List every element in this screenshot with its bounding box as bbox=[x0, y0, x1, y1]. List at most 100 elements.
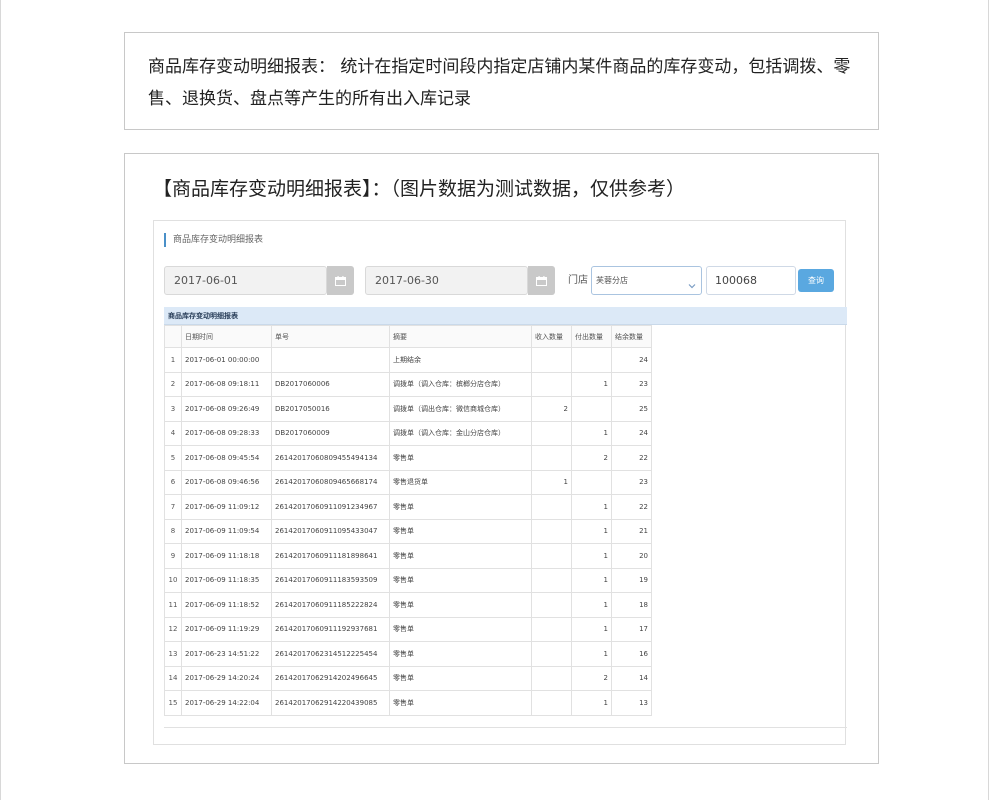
doc-no-cell: 26142017062914220439085 bbox=[271, 690, 390, 716]
table-header-row: 日期时间 单号 摘要 收入数量 付出数量 结余数量 bbox=[164, 325, 652, 348]
summary-cell: 零售单 bbox=[389, 616, 532, 642]
in-qty-cell bbox=[531, 567, 572, 593]
table-row[interactable]: 13 2017-06-23 14:51:22 2614201706231451222… bbox=[164, 641, 652, 667]
row-index: 4 bbox=[164, 420, 182, 446]
in-qty-cell bbox=[531, 665, 572, 691]
in-qty-cell bbox=[531, 445, 572, 471]
balance-cell: 17 bbox=[611, 616, 652, 642]
doc-no-cell: 26142017062914202496645 bbox=[271, 665, 390, 691]
row-index: 9 bbox=[164, 543, 182, 569]
out-qty-cell: 2 bbox=[571, 665, 612, 691]
end-date-input[interactable]: 2017-06-30 bbox=[365, 266, 528, 295]
in-qty-cell bbox=[531, 371, 572, 397]
intro-box: 商品库存变动明细报表： 统计在指定时间段内指定店铺内某件商品的库存变动，包括调拨… bbox=[124, 32, 879, 130]
query-button[interactable]: 查询 bbox=[798, 269, 834, 292]
datetime-cell: 2017-06-08 09:28:33 bbox=[181, 420, 272, 446]
calendar-icon bbox=[335, 275, 346, 286]
doc-no-cell: DB2017050016 bbox=[271, 396, 390, 422]
doc-no-cell: 26142017060911095433047 bbox=[271, 518, 390, 544]
doc-no-cell: 2614201706080945549413​4 bbox=[271, 445, 390, 471]
table-row[interactable]: 15 2017-06-29 14:22:04 2614201706291422043… bbox=[164, 690, 652, 716]
in-qty-cell: 1 bbox=[531, 469, 572, 495]
table-row[interactable]: 4 2017-06-08 09:28:33 DB2017060009 调拨单（调入仓库… bbox=[164, 420, 652, 446]
table-row[interactable]: 1 2017-06-01 00:00:00 上期结余 24 bbox=[164, 347, 652, 373]
summary-cell: 零售单 bbox=[389, 543, 532, 569]
calendar-icon bbox=[536, 275, 547, 286]
row-index: 12 bbox=[164, 616, 182, 642]
datetime-cell: 2017-06-08 09:46:56 bbox=[181, 469, 272, 495]
datetime-cell: 2017-06-08 09:26:49 bbox=[181, 396, 272, 422]
table-row[interactable]: 14 2017-06-29 14:20:24 2614201706291420249… bbox=[164, 665, 652, 691]
balance-cell: 23 bbox=[611, 469, 652, 495]
out-qty-cell: 1 bbox=[571, 420, 612, 446]
in-qty-cell bbox=[531, 616, 572, 642]
table-row[interactable]: 9 2017-06-09 11:18:18 26142017060911181898… bbox=[164, 543, 652, 569]
doc-no-cell: 26142017060911183593509 bbox=[271, 567, 390, 593]
datetime-cell: 2017-06-09 11:18:18 bbox=[181, 543, 272, 569]
table-row[interactable]: 12 2017-06-09 11:19:29 2614201706091119293… bbox=[164, 616, 652, 642]
stock-detail-grid: 商品库存变动明细报表 日期时间 单号 摘要 收入数量 付出数量 结余数量 1 2… bbox=[164, 307, 847, 746]
datetime-cell: 2017-06-29 14:22:04 bbox=[181, 690, 272, 716]
row-index: 13 bbox=[164, 641, 182, 667]
row-index: 5 bbox=[164, 445, 182, 471]
row-index: 3 bbox=[164, 396, 182, 422]
end-date-calendar-button[interactable] bbox=[528, 266, 555, 295]
summary-cell: 零售退货单 bbox=[389, 469, 532, 495]
summary-cell: 零售单 bbox=[389, 690, 532, 716]
out-qty-cell: 1 bbox=[571, 690, 612, 716]
table-row[interactable]: 7 2017-06-09 11:09:12 26142017060911091234… bbox=[164, 494, 652, 520]
out-qty-cell: 1 bbox=[571, 518, 612, 544]
summary-cell: 零售单 bbox=[389, 494, 532, 520]
report-panel: 商品库存变动明细报表 2017-06-01 2017-06-30 门店 芙蓉分店… bbox=[153, 220, 847, 746]
doc-no-cell bbox=[271, 347, 390, 373]
table-row[interactable]: 10 2017-06-09 11:18:35 2614201706091118359… bbox=[164, 567, 652, 593]
out-qty-cell: 1 bbox=[571, 567, 612, 593]
summary-cell: 零售单 bbox=[389, 641, 532, 667]
row-index: 11 bbox=[164, 592, 182, 618]
balance-cell: 25 bbox=[611, 396, 652, 422]
summary-cell: 调拨单（调入仓库：金山分店仓库） bbox=[389, 420, 532, 446]
store-label: 门店 bbox=[568, 275, 588, 286]
start-date-input[interactable]: 2017-06-01 bbox=[164, 266, 327, 295]
summary-cell: 上期结余 bbox=[389, 347, 532, 373]
datetime-cell: 2017-06-09 11:19:29 bbox=[181, 616, 272, 642]
table-row[interactable]: 5 2017-06-08 09:45:54 26142017060809455494… bbox=[164, 445, 652, 471]
row-index: 8 bbox=[164, 518, 182, 544]
in-qty-cell bbox=[531, 494, 572, 520]
page-edge-right bbox=[988, 0, 989, 800]
in-qty-cell: 2 bbox=[531, 396, 572, 422]
datetime-cell: 2017-06-23 14:51:22 bbox=[181, 641, 272, 667]
in-qty-cell bbox=[531, 641, 572, 667]
column-header-summary: 摘要 bbox=[389, 325, 532, 348]
doc-no-cell: 26142017060809465668174 bbox=[271, 469, 390, 495]
datetime-cell: 2017-06-09 11:09:12 bbox=[181, 494, 272, 520]
product-code-input[interactable]: 100068 bbox=[706, 266, 796, 295]
out-qty-cell: 1 bbox=[571, 641, 612, 667]
in-qty-cell bbox=[531, 518, 572, 544]
out-qty-cell: 2 bbox=[571, 445, 612, 471]
table-row[interactable]: 6 2017-06-08 09:46:56 26142017060809465668… bbox=[164, 469, 652, 495]
doc-no-cell: 26142017060911181898641 bbox=[271, 543, 390, 569]
row-index: 1 bbox=[164, 347, 182, 373]
table-row[interactable]: 8 2017-06-09 11:09:54 26142017060911095433… bbox=[164, 518, 652, 544]
in-qty-cell bbox=[531, 420, 572, 446]
table-row[interactable]: 3 2017-06-08 09:26:49 DB2017050016 调拨单（调出仓库… bbox=[164, 396, 652, 422]
row-index: 7 bbox=[164, 494, 182, 520]
out-qty-cell bbox=[571, 347, 612, 373]
column-header-in-qty: 收入数量 bbox=[531, 325, 572, 348]
in-qty-cell bbox=[531, 543, 572, 569]
datetime-cell: 2017-06-08 09:18:11 bbox=[181, 371, 272, 397]
out-qty-cell bbox=[571, 396, 612, 422]
datetime-cell: 2017-06-09 11:18:52 bbox=[181, 592, 272, 618]
row-index: 10 bbox=[164, 567, 182, 593]
balance-cell: 22 bbox=[611, 494, 652, 520]
row-index: 14 bbox=[164, 665, 182, 691]
intro-text: 商品库存变动明细报表： 统计在指定时间段内指定店铺内某件商品的库存变动，包括调拨… bbox=[148, 57, 851, 109]
doc-no-cell: 26142017060911192937681 bbox=[271, 616, 390, 642]
store-select[interactable]: 芙蓉分店 bbox=[591, 266, 702, 295]
start-date-calendar-button[interactable] bbox=[327, 266, 354, 295]
doc-no-cell: 26142017060911185222824 bbox=[271, 592, 390, 618]
report-box: 【商品库存变动明细报表】：（图片数据为测试数据，仅供参考） 商品库存变动明细报表… bbox=[124, 153, 879, 764]
table-row[interactable]: 11 2017-06-09 11:18:52 2614201706091118522… bbox=[164, 592, 652, 618]
table-row[interactable]: 2 2017-06-08 09:18:11 DB2017060006 调拨单（调入仓库… bbox=[164, 371, 652, 397]
